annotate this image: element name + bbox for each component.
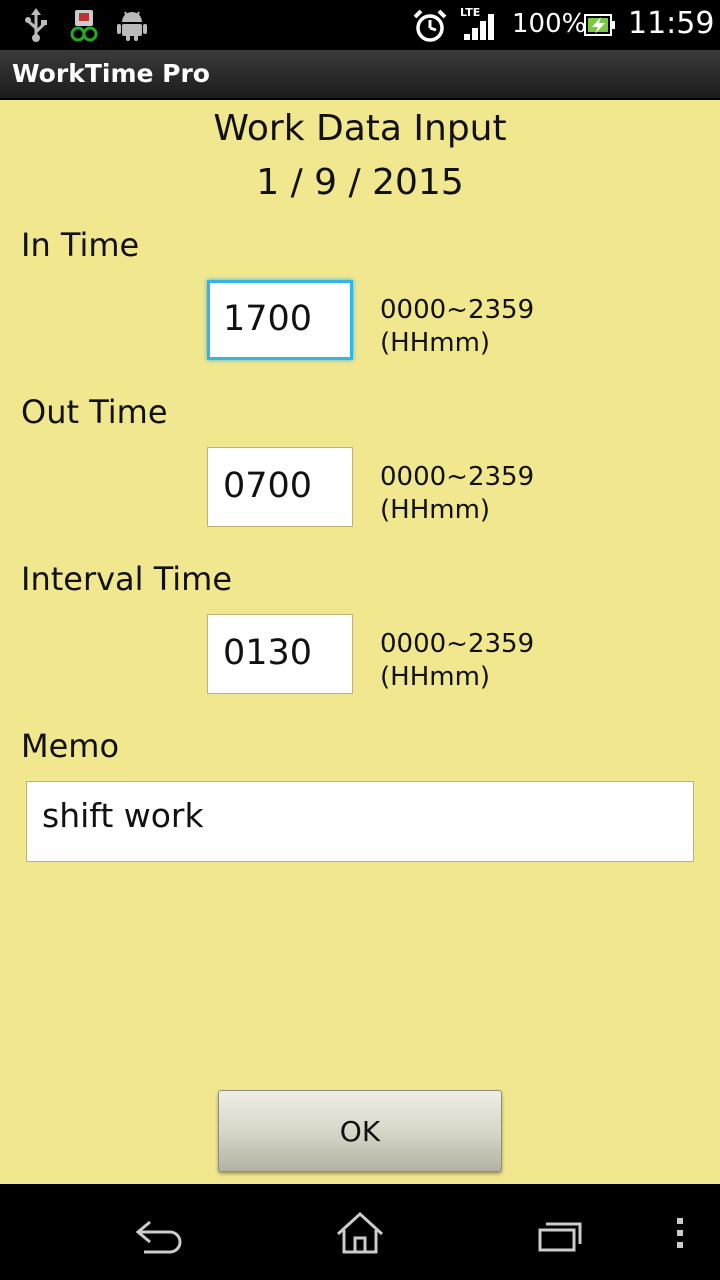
alarm-icon (413, 9, 447, 42)
android-icon (117, 11, 147, 41)
battery-charging-icon (584, 14, 615, 36)
interval-time-range: 0000~2359 (380, 629, 535, 659)
page-date: 1 / 9 / 2015 (256, 162, 464, 203)
ok-button-label: OK (339, 1115, 381, 1148)
interval-time-value: 0130 (223, 633, 313, 673)
out-time-hint: 0000~2359 (HHmm) (380, 461, 534, 527)
in-time-hint: 0000~2359 (HHmm) (380, 294, 534, 360)
lte-signal-icon: LTE (460, 6, 500, 42)
work-data-form: Work Data Input 1 / 9 / 2015 In Time 170… (0, 100, 720, 1184)
in-time-format: (HHmm) (380, 328, 491, 358)
app-notification-icon (70, 10, 98, 42)
in-time-value: 1700 (223, 299, 313, 339)
out-time-format: (HHmm) (380, 495, 491, 525)
ok-button[interactable]: OK (218, 1090, 502, 1172)
out-time-range: 0000~2359 (380, 462, 535, 492)
status-clock: 11:59 (628, 6, 715, 41)
overflow-menu-icon[interactable] (660, 1184, 700, 1280)
navigation-bar (0, 1184, 720, 1280)
memo-value: shift work (42, 796, 204, 835)
interval-time-hint: 0000~2359 (HHmm) (380, 628, 534, 694)
back-icon[interactable] (100, 1184, 220, 1280)
action-bar: WorkTime Pro (0, 50, 720, 100)
in-time-range: 0000~2359 (380, 295, 535, 325)
interval-time-format: (HHmm) (380, 662, 491, 692)
in-time-label: In Time (21, 226, 140, 264)
out-time-value: 0700 (223, 466, 313, 506)
recent-apps-icon[interactable] (500, 1184, 620, 1280)
home-icon[interactable] (300, 1184, 420, 1280)
in-time-input[interactable]: 1700 (207, 280, 353, 360)
memo-input[interactable]: shift work (26, 781, 694, 862)
page-title: Work Data Input (213, 108, 507, 149)
usb-icon (25, 8, 47, 42)
interval-time-input[interactable]: 0130 (207, 614, 353, 694)
battery-percent: 100% (512, 9, 587, 39)
out-time-input[interactable]: 0700 (207, 447, 353, 527)
out-time-label: Out Time (21, 393, 168, 431)
memo-label: Memo (21, 727, 120, 765)
interval-time-label: Interval Time (21, 560, 233, 598)
app-title: WorkTime Pro (12, 59, 210, 88)
status-bar: LTE 100% 11:59 (0, 0, 720, 50)
